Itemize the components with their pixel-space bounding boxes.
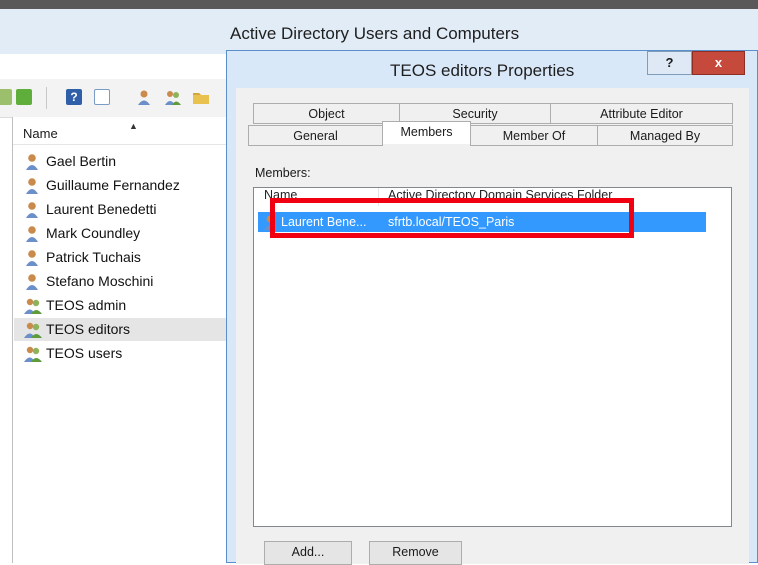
user-icon (24, 225, 40, 242)
tab-member-of[interactable]: Member Of (470, 125, 598, 146)
help-icon[interactable]: ? (66, 89, 82, 105)
new-folder-icon[interactable] (192, 89, 209, 105)
list-item-label: Patrick Tuchais (46, 249, 141, 265)
list-item-patrick-tuchais[interactable]: Patrick Tuchais (14, 246, 232, 269)
help-button[interactable]: ? (647, 51, 692, 75)
window-title: Active Directory Users and Computers (230, 24, 520, 43)
tab-members[interactable]: Members (382, 121, 471, 144)
list-item-label: TEOS users (46, 345, 123, 361)
list-item-teos-users[interactable]: TEOS users (14, 342, 232, 365)
add-button[interactable]: Add... (264, 541, 352, 565)
toolbar-separator (46, 87, 47, 109)
list-item-label: Laurent Benedetti (46, 201, 157, 217)
view-icon[interactable] (94, 89, 110, 105)
list-item-label: TEOS editors (46, 321, 131, 337)
list-item-teos-editors[interactable]: TEOS editors (14, 318, 232, 341)
user-icon (24, 249, 40, 266)
window-frame-top (0, 0, 758, 9)
remove-button[interactable]: Remove (369, 541, 462, 565)
list-item-laurent-benedetti[interactable]: Laurent Benedetti (14, 198, 232, 221)
list-item-label: Guillaume Fernandez (46, 177, 180, 193)
list-item-teos-admin[interactable]: TEOS admin (14, 294, 232, 317)
properties-dialog: TEOS editors Properties ? x Object Secur… (226, 50, 758, 565)
tab-attribute-editor[interactable]: Attribute Editor (550, 103, 733, 124)
user-icon (24, 177, 40, 194)
list-item-gael-bertin[interactable]: Gael Bertin (14, 150, 232, 173)
toolbar: ? (0, 79, 232, 118)
name-column-label: Name (23, 126, 58, 141)
list-item-stefano-moschini[interactable]: Stefano Moschini (14, 270, 232, 293)
annotation-highlight-box (270, 198, 634, 238)
dialog-titlebar[interactable]: TEOS editors Properties ? x (227, 51, 757, 86)
list-item-label: Mark Coundley (46, 225, 141, 241)
group-icon (24, 321, 42, 338)
tab-general[interactable]: General (248, 125, 383, 146)
group-icon (24, 345, 42, 362)
list-item-mark-coundley[interactable]: Mark Coundley (14, 222, 232, 245)
import-icon[interactable] (0, 89, 12, 105)
user-icon (24, 201, 40, 218)
object-list[interactable]: Name ▲ Gael Bertin Guillaume Fernandez L… (12, 117, 233, 563)
tab-object[interactable]: Object (253, 103, 400, 124)
tab-managed-by[interactable]: Managed By (597, 125, 733, 146)
list-column-header[interactable]: Name ▲ (13, 117, 233, 145)
sort-ascending-icon: ▲ (129, 121, 138, 131)
new-user-icon[interactable] (136, 89, 152, 105)
list-item-guillaume-fernandez[interactable]: Guillaume Fernandez (14, 174, 232, 197)
close-button[interactable]: x (692, 51, 745, 75)
user-icon (24, 273, 40, 290)
export-icon[interactable] (16, 89, 32, 105)
members-label: Members: (255, 166, 311, 180)
new-group-icon[interactable] (164, 89, 181, 105)
list-item-label: Gael Bertin (46, 153, 117, 169)
list-item-label: Stefano Moschini (46, 273, 154, 289)
dialog-title: TEOS editors Properties (390, 61, 575, 80)
group-icon (24, 297, 42, 314)
members-list[interactable]: Name Active Directory Domain Services Fo… (253, 187, 732, 527)
window-titlebar: Active Directory Users and Computers (0, 9, 758, 54)
user-icon (24, 153, 40, 170)
list-item-label: TEOS admin (46, 297, 127, 313)
